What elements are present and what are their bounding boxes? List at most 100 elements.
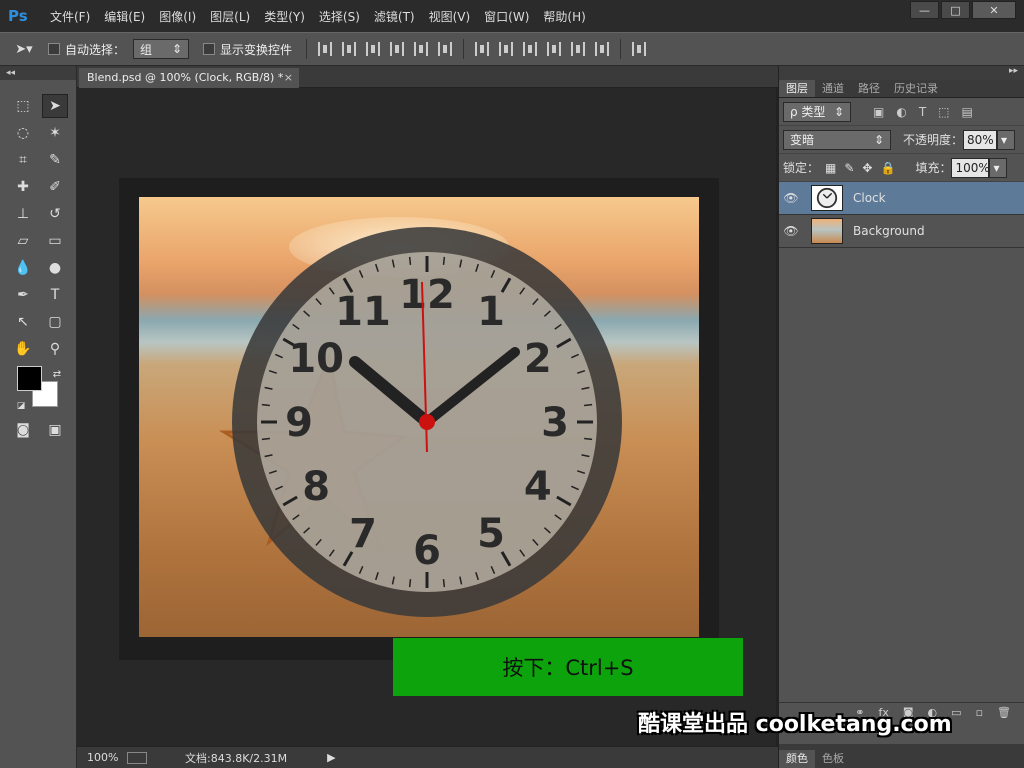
quick-mask-icon[interactable]: ◙ <box>10 418 36 442</box>
distribute-top-icon[interactable] <box>475 42 490 56</box>
type-tool-icon[interactable]: T <box>42 283 68 307</box>
menu-file[interactable]: 文件(F) <box>50 8 90 25</box>
menu-select[interactable]: 选择(S) <box>319 8 360 25</box>
filter-smart-icon[interactable]: ▤ <box>962 105 973 119</box>
menu-type[interactable]: 类型(Y) <box>264 8 305 25</box>
visibility-eye-icon[interactable]: 👁 <box>779 191 803 205</box>
distribute-left-icon[interactable] <box>547 42 562 56</box>
default-colors-icon[interactable]: ◪ <box>8 394 34 418</box>
menu-filter[interactable]: 滤镜(T) <box>374 8 415 25</box>
tab-layers[interactable]: 图层 <box>779 80 815 97</box>
dropdown-arrow-icon: ⇕ <box>873 132 884 147</box>
foreground-color-swatch[interactable] <box>17 366 42 391</box>
eraser-tool-icon[interactable]: ▱ <box>10 229 36 253</box>
fill-input[interactable]: 100% <box>951 157 990 178</box>
screen-mode-icon[interactable]: ▣ <box>42 418 68 442</box>
proof-icon[interactable] <box>127 751 147 764</box>
zoom-tool-icon[interactable]: ⚲ <box>42 337 68 361</box>
maximize-button[interactable]: □ <box>941 1 970 19</box>
document-canvas[interactable]: 12 1 2 3 4 5 6 7 8 9 10 11 <box>139 197 699 637</box>
path-select-tool-icon[interactable]: ↖ <box>10 310 36 334</box>
lock-position-icon[interactable]: ✥ <box>862 161 872 175</box>
eyedropper-tool-icon[interactable]: ✎ <box>42 148 68 172</box>
filter-pixel-icon[interactable]: ▣ <box>873 105 884 119</box>
blur-tool-icon[interactable]: 💧 <box>10 256 36 280</box>
menu-layer[interactable]: 图层(L) <box>210 8 250 25</box>
new-layer-icon[interactable]: ▫ <box>976 706 983 719</box>
align-top-icon[interactable] <box>318 42 333 56</box>
swap-colors-icon[interactable]: ⇄ <box>44 362 70 386</box>
lasso-tool-icon[interactable]: ◌ <box>10 121 36 145</box>
menu-image[interactable]: 图像(I) <box>159 8 196 25</box>
align-right-icon[interactable] <box>438 42 453 56</box>
separator <box>463 39 465 59</box>
history-brush-tool-icon[interactable]: ↺ <box>42 202 68 226</box>
blend-mode-dropdown[interactable]: 变暗 ⇕ <box>783 129 891 150</box>
filter-shape-icon[interactable]: ⬚ <box>938 105 949 119</box>
close-button[interactable]: ✕ <box>972 1 1016 19</box>
layer-row-clock[interactable]: 👁 Clock <box>779 182 1024 215</box>
fill-arrow-icon[interactable]: ▾ <box>989 157 1008 178</box>
minimize-button[interactable]: — <box>910 1 939 19</box>
crop-tool-icon[interactable]: ⌗ <box>10 148 36 172</box>
canvas-frame: 12 1 2 3 4 5 6 7 8 9 10 11 <box>119 178 719 660</box>
close-tab-icon[interactable]: × <box>284 68 293 88</box>
auto-align-icon[interactable] <box>632 42 647 56</box>
dropdown-arrow-icon: ⇕ <box>171 42 183 56</box>
zoom-level[interactable]: 100% <box>87 751 127 764</box>
auto-select-checkbox[interactable] <box>48 43 60 55</box>
magic-wand-tool-icon[interactable]: ✶ <box>42 121 68 145</box>
status-arrow-icon[interactable]: ▶ <box>327 751 335 764</box>
healing-tool-icon[interactable]: ✚ <box>10 175 36 199</box>
align-vcenter-icon[interactable] <box>342 42 357 56</box>
panel-grip[interactable]: ▸▸ <box>779 66 1024 80</box>
tab-swatches[interactable]: 色板 <box>815 750 851 768</box>
distribute-bottom-icon[interactable] <box>523 42 538 56</box>
brush-tool-icon[interactable]: ✐ <box>42 175 68 199</box>
dodge-tool-icon[interactable]: ● <box>42 256 68 280</box>
auto-select-dropdown[interactable]: 组 ⇕ <box>133 39 190 59</box>
hand-tool-icon[interactable]: ✋ <box>10 337 36 361</box>
filter-type-icon[interactable]: T <box>919 105 926 119</box>
align-left-icon[interactable] <box>390 42 405 56</box>
lock-pixels-icon[interactable]: ✎ <box>844 161 854 175</box>
menu-view[interactable]: 视图(V) <box>429 8 471 25</box>
layer-row-background[interactable]: 👁 Background <box>779 215 1024 248</box>
menu-window[interactable]: 窗口(W) <box>484 8 529 25</box>
distribute-right-icon[interactable] <box>595 42 610 56</box>
visibility-eye-icon[interactable]: 👁 <box>779 224 803 238</box>
align-bottom-icon[interactable] <box>366 42 381 56</box>
blend-mode-value: 变暗 <box>790 133 815 147</box>
align-hcenter-icon[interactable] <box>414 42 429 56</box>
layer-filter-dropdown[interactable]: ρ 类型 ⇕ <box>783 101 851 122</box>
stamp-tool-icon[interactable]: ⊥ <box>10 202 36 226</box>
tab-color[interactable]: 颜色 <box>779 750 815 768</box>
menu-help[interactable]: 帮助(H) <box>543 8 585 25</box>
pen-tool-icon[interactable]: ✒ <box>10 283 36 307</box>
clock-numeral: 4 <box>524 464 552 510</box>
marquee-tool-icon[interactable]: ⬚ <box>10 94 36 118</box>
tools-grip[interactable]: ◂◂ <box>0 66 76 80</box>
tab-paths[interactable]: 路径 <box>851 80 887 97</box>
opacity-input[interactable]: 80% <box>963 129 998 150</box>
move-tool-icon[interactable]: ➤ <box>42 94 68 118</box>
tab-history[interactable]: 历史记录 <box>887 80 945 97</box>
blend-row: 变暗 ⇕ 不透明度： 80% ▾ <box>779 126 1024 154</box>
opacity-arrow-icon[interactable]: ▾ <box>997 129 1016 150</box>
show-transform-checkbox[interactable] <box>203 43 216 55</box>
new-group-icon[interactable]: ▭ <box>951 706 961 719</box>
delete-layer-icon[interactable]: 🗑 <box>997 706 1011 719</box>
move-tool-preset-icon[interactable]: ➤▾ <box>0 42 48 57</box>
gradient-tool-icon[interactable]: ▭ <box>42 229 68 253</box>
lock-transparent-icon[interactable]: ▦ <box>825 161 836 175</box>
distribute-hcenter-icon[interactable] <box>571 42 586 56</box>
clock-numeral: 12 <box>399 272 455 318</box>
separator <box>620 39 622 59</box>
menu-edit[interactable]: 编辑(E) <box>104 8 145 25</box>
tab-channels[interactable]: 通道 <box>815 80 851 97</box>
filter-adjust-icon[interactable]: ◐ <box>896 105 906 119</box>
distribute-vcenter-icon[interactable] <box>499 42 514 56</box>
lock-all-icon[interactable]: 🔒 <box>880 161 895 175</box>
document-tab[interactable]: Blend.psd @ 100% (Clock, RGB/8) * × <box>79 68 299 88</box>
rectangle-tool-icon[interactable]: ▢ <box>42 310 68 334</box>
